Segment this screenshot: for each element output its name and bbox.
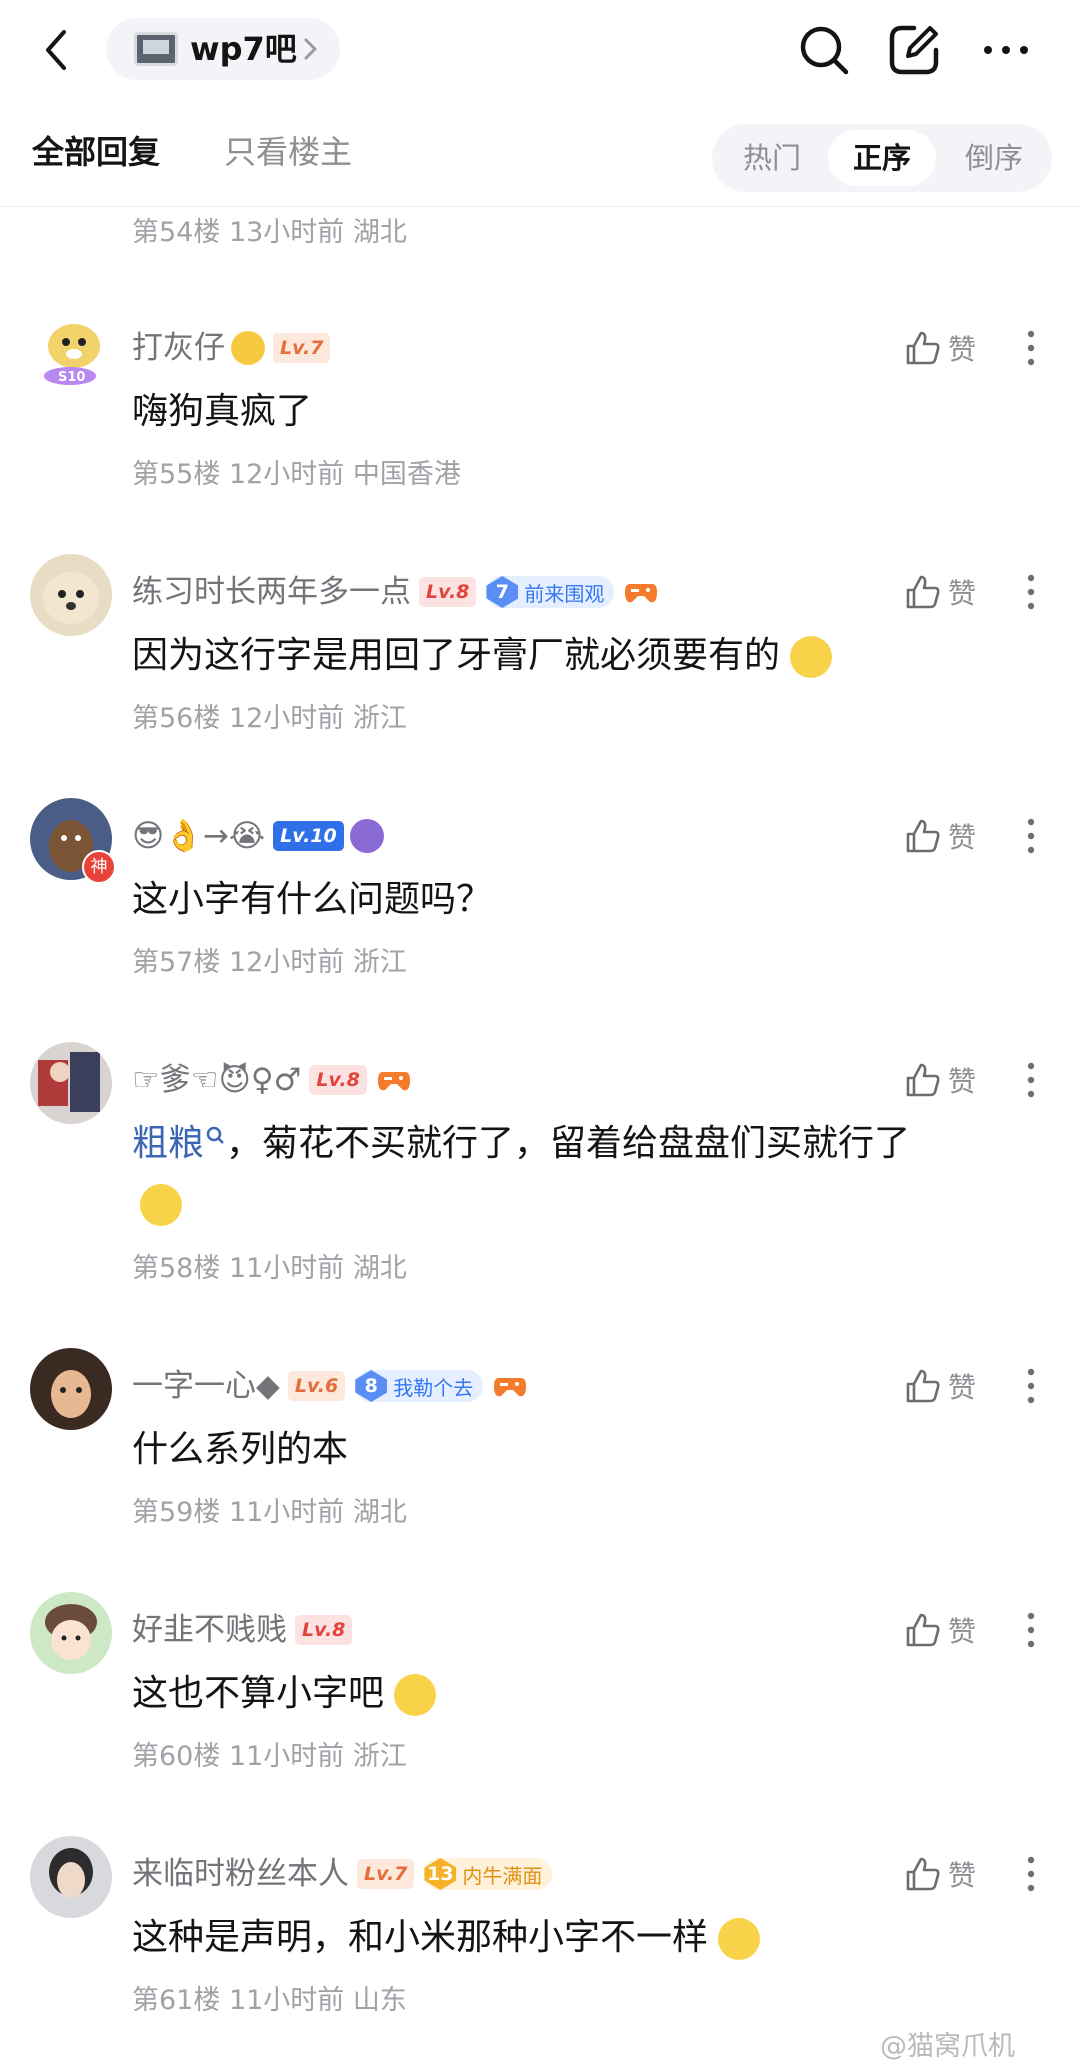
username[interactable]: 打灰仔 — [132, 328, 225, 368]
avatar[interactable] — [30, 1836, 112, 1918]
reply-meta: 第61楼 11小时前 山东 — [132, 1985, 407, 2016]
level-badge: Lv.6 — [287, 1371, 346, 1401]
search-mention-icon — [206, 1126, 224, 1144]
reply-content: 这种是声明，和小米那种小字不一样 — [132, 1914, 761, 1962]
avatar[interactable]: S10 — [30, 310, 112, 392]
like-button[interactable]: 赞 — [904, 1058, 984, 1102]
like-label: 赞 — [948, 1859, 977, 1892]
sort-descending-button[interactable]: 倒序 — [944, 124, 1044, 192]
reply-content: 嗨狗真疯了 — [132, 391, 313, 432]
chevron-right-icon — [304, 38, 317, 60]
fan-badge: 8 我勒个去 — [355, 1370, 484, 1402]
like-button[interactable]: 赞 — [904, 570, 984, 614]
like-button[interactable]: 赞 — [904, 1364, 984, 1408]
username[interactable]: 一字一心◆ — [132, 1366, 280, 1406]
mention-link[interactable]: 粗粮 — [132, 1123, 204, 1164]
sweat-emoji-icon — [790, 636, 833, 678]
thumbs-up-icon — [906, 1369, 940, 1403]
hug-emoji-icon — [140, 1184, 182, 1226]
reply-meta: 第55楼 12小时前 中国香港 — [132, 459, 461, 490]
thumbs-up-icon — [906, 819, 940, 853]
level-badge: Lv.7 — [357, 1859, 415, 1889]
level-badge: Lv.7 — [273, 333, 331, 363]
expressionless-emoji-icon — [231, 331, 265, 365]
avatar[interactable] — [30, 554, 112, 636]
gamepad-icon — [625, 584, 658, 603]
sort-hot-button[interactable]: 热门 — [722, 124, 822, 192]
tab-all-replies[interactable]: 全部回复 — [32, 132, 160, 172]
like-button[interactable]: 赞 — [904, 1608, 984, 1652]
reply-meta: 第57楼 12小时前 浙江 — [132, 947, 407, 978]
compose-icon[interactable] — [884, 20, 944, 80]
username[interactable]: 来临时粉丝本人 — [132, 1854, 349, 1894]
crying-emoji-icon — [718, 1918, 761, 1960]
level-badge: Lv.8 — [419, 577, 477, 607]
sweat-emoji-icon — [394, 1674, 437, 1716]
more-options-icon[interactable] — [1016, 570, 1046, 614]
reply-meta: 第54楼 13小时前 湖北 — [132, 217, 407, 248]
thumbs-up-icon — [906, 1063, 940, 1097]
forum-thumbnail — [134, 32, 178, 66]
thumbs-up-icon — [906, 331, 940, 365]
reply-meta: 第56楼 12小时前 浙江 — [132, 703, 407, 734]
username[interactable]: 好韭不贱贱 — [132, 1610, 287, 1650]
reply-content: 什么系列的本 — [132, 1429, 349, 1470]
like-label: 赞 — [948, 1065, 977, 1098]
back-icon[interactable] — [36, 26, 80, 74]
level-badge: Lv.8 — [295, 1615, 353, 1645]
thumbs-up-icon — [906, 1613, 940, 1647]
more-options-icon[interactable] — [1016, 1364, 1046, 1408]
reply-meta: 第59楼 11小时前 湖北 — [132, 1497, 407, 1528]
gamepad-icon — [377, 1072, 410, 1091]
like-label: 赞 — [948, 333, 977, 366]
like-label: 赞 — [948, 1615, 977, 1648]
more-options-icon[interactable] — [1016, 814, 1046, 858]
username[interactable]: 😎👌→😭 — [132, 816, 265, 856]
more-icon[interactable] — [976, 20, 1036, 80]
watermark: @猫窝爪机 — [880, 2031, 1015, 2062]
fan-badge: 13 内牛满面 — [424, 1858, 553, 1890]
more-options-icon[interactable] — [1016, 1058, 1046, 1102]
like-label: 赞 — [948, 577, 977, 610]
svg-text:S10: S10 — [58, 370, 85, 385]
top-bar: wp7吧 — [0, 0, 1080, 100]
more-options-icon[interactable] — [1016, 1608, 1046, 1652]
reply-content-emoji-line — [132, 1180, 182, 1228]
forum-name: wp7吧 — [190, 30, 297, 68]
reply-meta: 第60楼 11小时前 浙江 — [132, 1741, 407, 1772]
thumbs-up-icon — [906, 1857, 940, 1891]
level-badge: Lv.8 — [309, 1065, 367, 1095]
forum-chip[interactable]: wp7吧 — [106, 18, 340, 80]
like-button[interactable]: 赞 — [904, 1852, 984, 1896]
reply-content: 这小字有什么问题吗？ — [132, 879, 493, 920]
avatar[interactable] — [30, 1592, 112, 1674]
sort-segmented-control: 热门 正序 倒序 — [712, 124, 1052, 192]
like-label: 赞 — [948, 821, 977, 854]
gamepad-icon — [494, 1378, 527, 1397]
reply-content: 这也不算小字吧 — [132, 1670, 437, 1718]
reply-filter-bar: 全部回复 只看楼主 热门 正序 倒序 — [0, 100, 1080, 207]
avatar[interactable] — [30, 1042, 112, 1124]
like-label: 赞 — [948, 1371, 977, 1404]
more-options-icon[interactable] — [1016, 1852, 1046, 1896]
fan-badge: 7 前来围观 — [486, 576, 615, 608]
like-button[interactable]: 赞 — [904, 326, 984, 370]
level-badge: Lv.10 — [273, 821, 344, 851]
avatar[interactable] — [30, 1348, 112, 1430]
tab-only-op[interactable]: 只看楼主 — [224, 132, 352, 172]
planet-icon — [349, 819, 384, 853]
reply-content: 因为这行字是用回了牙膏厂就必须要有的 — [132, 632, 833, 680]
thumbs-up-icon — [906, 575, 940, 609]
like-button[interactable]: 赞 — [904, 814, 984, 858]
more-options-icon[interactable] — [1016, 326, 1046, 370]
reply-meta: 第58楼 11小时前 湖北 — [132, 1253, 407, 1284]
search-icon[interactable] — [794, 20, 854, 80]
avatar-badge: 神 — [82, 850, 116, 884]
username[interactable]: ☞爹☜😈♀♂ — [132, 1060, 301, 1100]
sort-ascending-button[interactable]: 正序 — [828, 130, 936, 186]
username[interactable]: 练习时长两年多一点 — [132, 572, 411, 612]
reply-content: 粗粮 ，菊花不买就行了，留着给盘盘们买就行了 — [132, 1123, 911, 1164]
